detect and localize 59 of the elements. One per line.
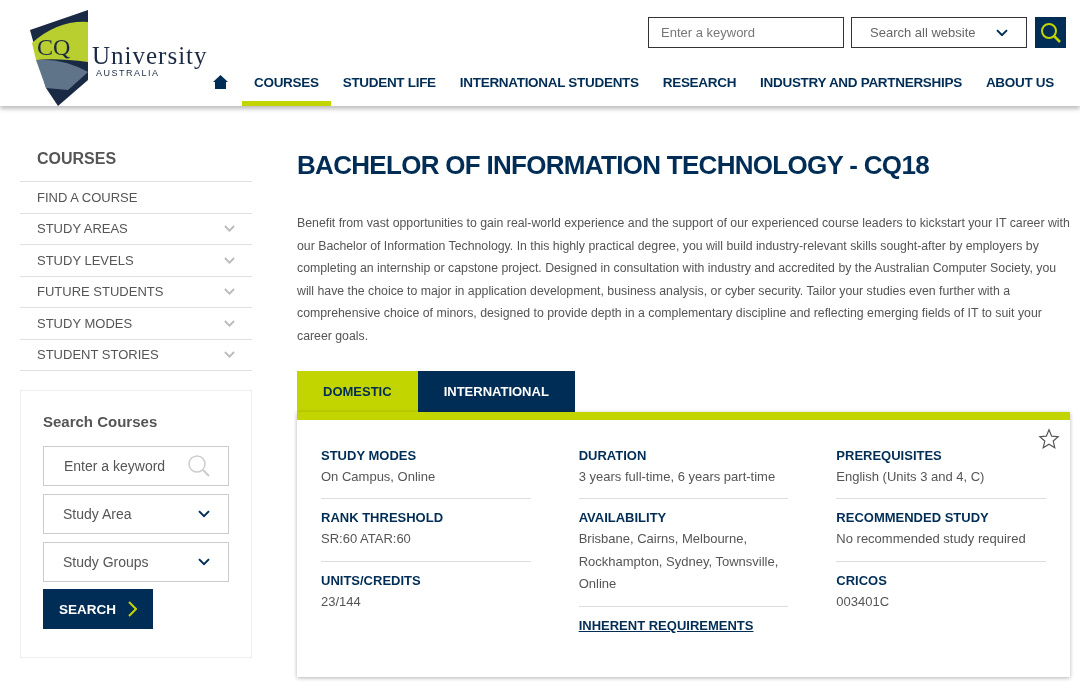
field-label: AVAILABILITY (578, 510, 668, 526)
field-value: 3 years full-time, 6 years part-time (578, 467, 777, 486)
field-value: SR:60 ATAR:60 (321, 530, 412, 549)
sidebar-item[interactable]: STUDENT STORIES (20, 339, 252, 371)
chevron-down-icon (224, 256, 235, 264)
sidebar-title: COURSES (20, 146, 252, 182)
chevron-down-icon (198, 510, 210, 518)
chevron-down-icon (198, 558, 210, 566)
sidebar-item[interactable]: FIND A COURSE (20, 182, 252, 214)
sidebar-item[interactable]: STUDY MODES (20, 308, 252, 340)
nav-link[interactable]: COURSES (242, 58, 331, 106)
logo-wordmark: University (92, 43, 208, 68)
requirements-link[interactable]: INHERENT REQUIREMENTS (578, 617, 789, 633)
search-icon (1039, 21, 1062, 44)
chevron-down-icon (224, 319, 235, 327)
shield-logo-icon: CQ (28, 10, 90, 106)
scope-select[interactable]: Search all website (851, 17, 1027, 48)
tab[interactable]: INTERNATIONAL (417, 370, 575, 412)
home-icon (213, 75, 228, 89)
field-value: 23/144 (321, 592, 362, 611)
chevron-down-icon (224, 288, 235, 296)
favourite-button[interactable] (1038, 427, 1060, 450)
chevron-down-icon (224, 351, 235, 359)
field-label: RECOMMENDED STUDY (836, 510, 990, 526)
select-field[interactable]: Study Area (43, 494, 229, 534)
field-value: English (Units 3 and 4, C) (836, 467, 986, 486)
chevron-down-icon (224, 225, 235, 233)
chevron-right-icon (128, 601, 137, 617)
field-value: Brisbane, Cairns, Melbourne, Rockhampton, Sydney, Townsville, Online (578, 530, 780, 594)
keyword-field[interactable]: Enter a keyword (43, 446, 229, 486)
chevron-down-icon (996, 28, 1008, 37)
tab[interactable]: DOMESTIC (297, 370, 418, 412)
field-label: RANK THRESHOLD (321, 510, 445, 526)
field-label: STUDY MODES (321, 447, 418, 463)
search-icon (187, 454, 211, 478)
nav-link[interactable]: ABOUT US (973, 58, 1066, 106)
field-label: DURATION (578, 447, 648, 463)
search-button[interactable] (1035, 17, 1066, 48)
sidebar-item[interactable]: STUDY LEVELS (20, 245, 252, 277)
field-label: PREREQUISITES (836, 447, 943, 463)
star-icon (1038, 427, 1060, 450)
field-value: 003401C (836, 592, 891, 611)
nav-link[interactable]: STUDENT LIFE (330, 58, 448, 106)
nav-link[interactable]: INDUSTRY AND PARTNERSHIPS (748, 58, 974, 106)
field-label: CRICOS (836, 572, 888, 588)
panel-title: Search Courses (43, 413, 159, 430)
sidebar-item[interactable]: FUTURE STUDENTS (20, 276, 252, 308)
search-button[interactable]: SEARCH (43, 589, 153, 629)
field-value: On Campus, Online (321, 467, 437, 486)
keyword-input[interactable]: Enter a keyword (648, 17, 844, 48)
sidebar-item[interactable]: STUDY AREAS (20, 213, 252, 245)
nav-link[interactable]: RESEARCH (650, 58, 749, 106)
course-description: Benefit from vast opportunities to gain real-world experience and the support of our experienced course leaders to kickstart your IT career with our Bachelor of Information Technology. In this highly practical degree, you will build industry-relevant skills sought-after by employers by completing an internship or capstone project. Designed in consultation with industry and accredited by the Australian Computer Society, you will have the choice to major in application development, business analysis, or cyber security. Tailor your studies even further with a comprehensive choice of minors, designed to provide depth in a complementary discipline and reflecting emerging fields of IT to suit your career goals. (297, 215, 1070, 345)
field-label: UNITS/CREDITS (321, 572, 422, 588)
course-title: BACHELOR OF INFORMATION TECHNOLOGY - CQ18 (297, 149, 930, 181)
field-value: No recommended study required (836, 530, 1027, 549)
nav-link[interactable]: INTERNATIONAL STUDENTS (447, 58, 651, 106)
logo-tagline: AUSTRALIA (96, 68, 160, 78)
select-field[interactable]: Study Groups (43, 542, 229, 582)
